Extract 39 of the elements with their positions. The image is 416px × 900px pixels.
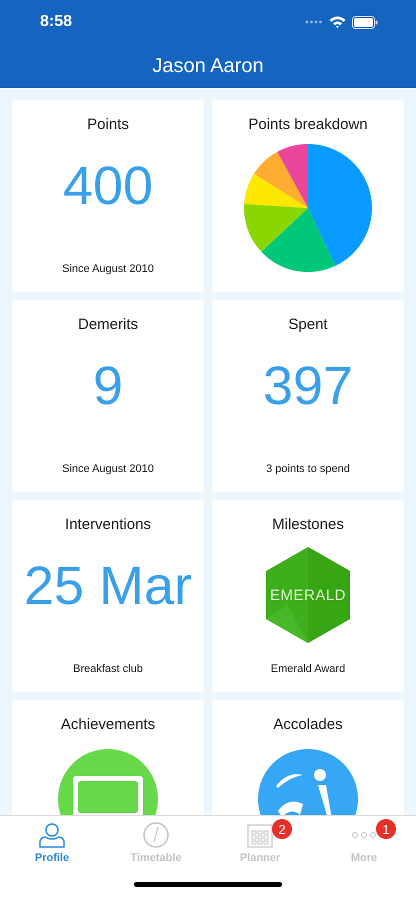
notification-badge: 1 xyxy=(376,819,396,839)
stat-card[interactable]: Points 400 Since August 2010 xyxy=(12,100,204,292)
stat-card[interactable]: Demerits 9 Since August 2010 xyxy=(12,300,204,492)
card-title: Achievements xyxy=(60,716,156,733)
stat-value: 25 Mar xyxy=(24,555,192,618)
card-title: Interventions xyxy=(65,516,151,533)
calendar-icon xyxy=(247,822,273,848)
tab-item[interactable]: Profile xyxy=(0,816,104,866)
page-title: Jason Aaron xyxy=(152,54,264,78)
tab-item[interactable]: More 1 xyxy=(312,816,416,866)
stat-value: 400 xyxy=(62,155,154,218)
stat-card[interactable]: Points breakdown xyxy=(212,100,404,292)
stat-card[interactable]: Accolades xyxy=(212,700,404,815)
card-title: Points breakdown xyxy=(248,116,368,133)
stat-card[interactable]: Achievements xyxy=(12,700,204,815)
status-time: 8:58 xyxy=(40,13,72,31)
stat-caption: Emerald Award xyxy=(270,663,346,675)
wifi-icon xyxy=(329,16,346,28)
stat-card[interactable]: Milestones EMERALD Emerald Award xyxy=(212,500,404,692)
stat-caption: Since August 2010 xyxy=(62,263,154,275)
notification-badge: 2 xyxy=(272,819,292,839)
stat-caption: 3 points to spend xyxy=(266,463,350,475)
card-title: Milestones xyxy=(272,516,344,533)
stat-value: 9 xyxy=(92,355,124,418)
more-icon xyxy=(351,832,377,838)
battery-icon xyxy=(352,16,378,28)
stat-value: 397 xyxy=(262,355,354,418)
clock-icon xyxy=(143,822,169,848)
stat-caption: Breakfast club xyxy=(73,663,143,675)
card-title: Points xyxy=(87,116,129,133)
stat-card[interactable]: Spent 397 3 points to spend xyxy=(212,300,404,492)
card-title: Demerits xyxy=(78,316,138,333)
tab-item[interactable]: Planner 2 xyxy=(208,816,312,866)
person-icon xyxy=(39,822,65,848)
signal-icon xyxy=(305,20,323,24)
stat-caption: Since August 2010 xyxy=(62,463,154,475)
card-title: Accolades xyxy=(273,716,343,733)
stat-card[interactable]: Interventions 25 Mar Breakfast club xyxy=(12,500,204,692)
card-title: Spent xyxy=(288,316,328,333)
